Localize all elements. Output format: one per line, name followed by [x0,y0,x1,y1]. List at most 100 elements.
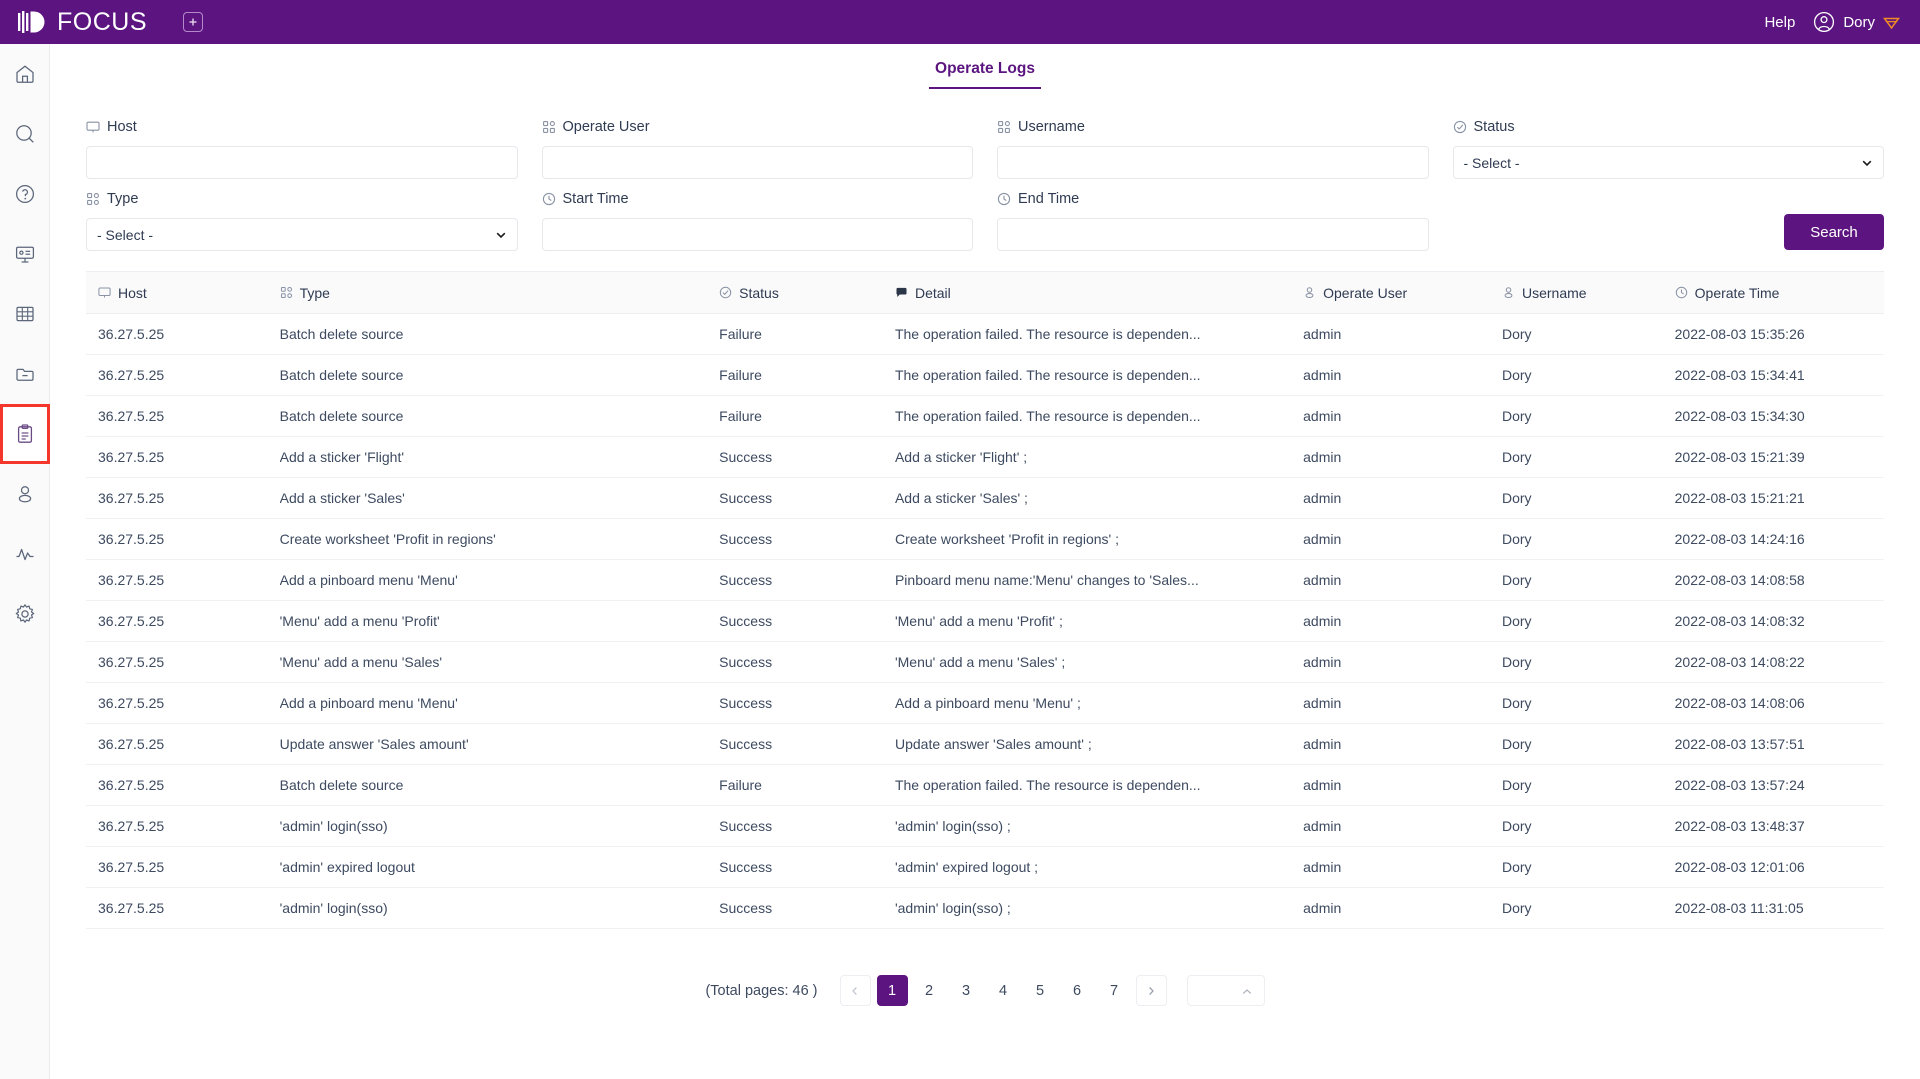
clock-icon [542,192,556,206]
cell-operate_user: admin [1303,354,1502,396]
filter-status-label: Status [1473,119,1515,135]
user-name: Dory [1843,13,1875,31]
filter-row-2: Type - Select - Start Time End Time Sear… [86,189,1884,251]
status-badge: Success [719,805,895,847]
page-button-3[interactable]: 3 [950,975,982,1006]
sidebar-item-monitor[interactable] [0,524,50,584]
cell-operate_time: 2022-08-03 15:21:39 [1674,436,1884,478]
type-select[interactable]: - Select - [86,218,518,251]
sidebar-item-operate-logs[interactable] [0,404,50,464]
table-row[interactable]: 36.27.5.25 Create worksheet 'Profit in re… [86,518,1884,560]
host-input[interactable] [86,146,518,179]
cell-username: Dory [1501,641,1675,683]
total-pages-label: (Total pages: 46 ) [705,982,818,999]
column-header-type[interactable]: Type [279,271,720,314]
filter-host: Host [86,117,518,179]
chevron-left-icon [850,986,860,996]
table-row[interactable]: 36.27.5.25 Batch delete source Failure The … [86,764,1884,806]
sidebar-item-presentation[interactable] [0,224,50,284]
sidebar-item-settings[interactable] [0,584,50,644]
cell-operate_time: 2022-08-03 11:31:05 [1674,887,1884,929]
cell-operate_time: 2022-08-03 12:01:06 [1674,846,1884,888]
sidebar-item-home[interactable] [0,44,50,104]
sidebar-item-folder[interactable] [0,344,50,404]
filter-host-label: Host [107,119,137,135]
column-header-detail-label: Detail [914,284,951,301]
add-tab-button[interactable] [183,12,203,32]
table-row[interactable]: 36.27.5.25 Batch delete source Failure The … [86,395,1884,437]
column-header-operate-user[interactable]: Operate User [1303,271,1502,314]
column-header-status[interactable]: Status [719,271,895,314]
start-time-input[interactable] [541,218,973,251]
table-row[interactable]: 36.27.5.25'admin' expired logout Success '… [86,846,1884,888]
table-row[interactable]: 36.27.5.25'admin' login(sso) Success'admi… [86,887,1884,929]
table-row[interactable]: 36.27.5.25 Add a pinboard menu 'Menu' Succ… [86,682,1884,724]
search-button[interactable]: Search [1784,214,1884,250]
page-button-7[interactable]: 7 [1098,975,1130,1006]
cell-operate_user: admin [1303,436,1502,478]
filter-start-time-label-wrap: Start Time [542,189,974,209]
username-input[interactable] [997,146,1429,179]
filter-operate-user-label-wrap: Operate User [542,117,974,137]
status-badge: Success [719,559,895,601]
main-content: Operate Logs Host Operate User Username … [50,44,1920,1079]
column-header-detail[interactable]: Detail [894,271,1304,314]
cell-host: 36.27.5.25 [86,559,280,601]
column-header-username[interactable]: Username [1501,271,1675,314]
filter-operate-user-label: Operate User [562,119,650,135]
sidebar-item-table[interactable] [0,284,50,344]
help-link[interactable]: Help [1764,14,1795,31]
filter-panel: Host Operate User Username Status - Sele… [50,89,1920,251]
table-row[interactable]: 36.27.5.25 Add a pinboard menu 'Menu' Succ… [86,559,1884,601]
page-button-2[interactable]: 2 [913,975,945,1006]
filter-end-time-label: End Time [1018,191,1080,207]
status-badge: Success [719,887,895,929]
page-button-6[interactable]: 6 [1061,975,1093,1006]
status-badge: Failure [719,764,895,806]
operate-user-input[interactable] [541,146,973,179]
table-row[interactable]: 36.27.5.25 Batch delete source Failure The … [86,313,1884,355]
table-body: 36.27.5.25 Batch delete source Failure The … [86,313,1884,929]
page-button-5[interactable]: 5 [1024,975,1056,1006]
table-row[interactable]: 36.27.5.25 Add a sticker 'Flight' Success A… [86,436,1884,478]
cell-detail: 'admin' expired logout ; [894,846,1304,888]
end-time-input[interactable] [997,218,1429,251]
column-header-host[interactable]: Host [86,271,280,314]
status-select[interactable]: - Select - [1452,146,1884,179]
column-header-operate-time[interactable]: Operate Time [1674,271,1884,314]
sidebar-item-user[interactable] [0,464,50,524]
table-row[interactable]: 36.27.5.25 Update answer 'Sales amount' Su… [86,723,1884,765]
cell-operate_user: admin [1303,846,1502,888]
status-badge: Success [719,436,895,478]
page-number-list: 1234567 [876,975,1130,1006]
cell-operate_user: admin [1303,723,1502,765]
table-row[interactable]: 36.27.5.25 'Menu' add a menu 'Profit' Succ… [86,600,1884,642]
cell-operate_time: 2022-08-03 13:57:51 [1674,723,1884,765]
tab-operate-logs[interactable]: Operate Logs [929,60,1041,89]
sidebar-item-search[interactable] [0,104,50,164]
sidebar-item-help[interactable] [0,164,50,224]
monitor-icon [86,120,100,134]
activity-icon [14,543,36,565]
column-header-status-label: Status [739,284,779,301]
cell-username: Dory [1501,436,1675,478]
cell-host: 36.27.5.25 [86,436,280,478]
table-row[interactable]: 36.27.5.25'admin' login(sso) Success'admi… [86,805,1884,847]
cell-type: Batch delete source [279,764,720,806]
page-size-select[interactable] [1186,975,1265,1006]
prev-page-button[interactable] [839,975,871,1006]
table-row[interactable]: 36.27.5.25 Add a sticker 'Sales' Success Ad… [86,477,1884,519]
page-button-1[interactable]: 1 [876,975,908,1006]
grid-dots-icon [280,286,293,299]
cell-operate_time: 2022-08-03 15:34:30 [1674,395,1884,437]
cell-type: 'admin' login(sso) [279,805,720,847]
table-row[interactable]: 36.27.5.25 Batch delete source Failure The … [86,354,1884,396]
page-button-4[interactable]: 4 [987,975,1019,1006]
next-page-button[interactable] [1135,975,1167,1006]
cell-username: Dory [1501,354,1675,396]
table-row[interactable]: 36.27.5.25 'Menu' add a menu 'Sales' Succe… [86,641,1884,683]
status-select-wrap: - Select - [1452,146,1884,179]
user-menu[interactable]: Dory [1813,11,1900,33]
cell-username: Dory [1501,846,1675,888]
topbar-right: Help Dory [1764,11,1900,33]
